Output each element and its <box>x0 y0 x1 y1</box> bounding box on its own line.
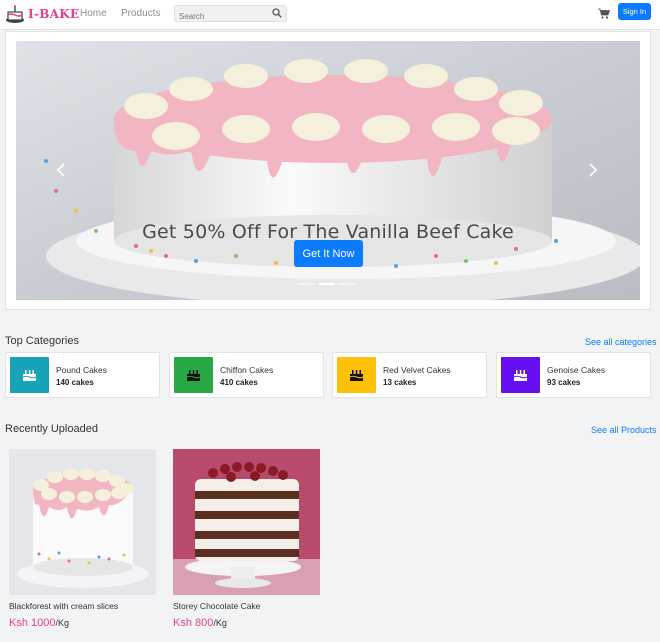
category-count: 410 cakes <box>220 378 258 387</box>
category-count: 13 cakes <box>383 378 417 387</box>
recently-uploaded-title: Recently Uploaded <box>5 423 98 435</box>
search-icon[interactable] <box>272 8 282 18</box>
carousel-prev-icon[interactable] <box>56 163 66 177</box>
hero-carousel: Get 50% Off For The Vanilla Beef Cake Ge… <box>16 41 640 300</box>
category-card-chiffon[interactable]: Chiffon Cakes 410 cakes <box>169 352 324 398</box>
carousel-indicator-active[interactable] <box>319 283 335 285</box>
product-price: Ksh 1000/Kg <box>9 617 69 629</box>
see-all-categories-link[interactable]: See all categories <box>585 337 657 347</box>
search-box <box>174 5 287 24</box>
category-count: 140 cakes <box>56 378 94 387</box>
product-name[interactable]: Blackforest with cream slices <box>9 601 118 611</box>
sign-in-button[interactable]: Sign In <box>618 3 651 20</box>
product-image[interactable] <box>9 449 156 595</box>
category-card-red-velvet[interactable]: Red Velvet Cakes 13 cakes <box>332 352 487 398</box>
category-icon-box <box>501 357 540 393</box>
carousel-indicator[interactable] <box>299 283 315 285</box>
cake-icon <box>186 370 201 381</box>
category-icon-box <box>10 357 49 393</box>
cake-icon <box>349 370 364 381</box>
see-all-products-link[interactable]: See all Products <box>591 425 657 435</box>
cake-icon <box>513 370 528 381</box>
category-name: Pound Cakes <box>56 365 108 375</box>
carousel-next-icon[interactable] <box>588 163 598 177</box>
top-categories-title: Top Categories <box>5 335 79 347</box>
product-image[interactable] <box>173 449 320 595</box>
product-name[interactable]: Storey Chocolate Cake <box>173 601 260 611</box>
carousel-indicator[interactable] <box>339 283 355 285</box>
category-icon-box <box>174 357 213 393</box>
nav-products-link[interactable]: Products <box>121 8 160 19</box>
hero-carousel-card: Get 50% Off For The Vanilla Beef Cake Ge… <box>5 31 651 310</box>
nav-home-link[interactable]: Home <box>80 8 107 19</box>
category-name: Genoise Cakes <box>547 365 606 375</box>
category-card-pound[interactable]: Pound Cakes 140 cakes <box>5 352 160 398</box>
navbar: I-BAKE Home Products Sign In <box>0 0 660 30</box>
product-card[interactable]: Storey Chocolate Cake Ksh 800/Kg <box>173 449 320 629</box>
category-icon-box <box>337 357 376 393</box>
category-name: Red Velvet Cakes <box>383 365 451 375</box>
category-count: 93 cakes <box>547 378 581 387</box>
cake-icon <box>22 370 37 381</box>
brand-name[interactable]: I-BAKE <box>28 7 79 21</box>
get-it-now-button[interactable]: Get It Now <box>294 240 363 267</box>
cake-logo-icon[interactable] <box>5 4 25 24</box>
search-input[interactable] <box>175 9 269 24</box>
category-card-genoise[interactable]: Genoise Cakes 93 cakes <box>496 352 651 398</box>
category-name: Chiffon Cakes <box>220 365 274 375</box>
product-price: Ksh 800/Kg <box>173 617 227 629</box>
cart-icon[interactable] <box>598 8 610 19</box>
product-card[interactable]: Blackforest with cream slices Ksh 1000/K… <box>9 449 156 629</box>
